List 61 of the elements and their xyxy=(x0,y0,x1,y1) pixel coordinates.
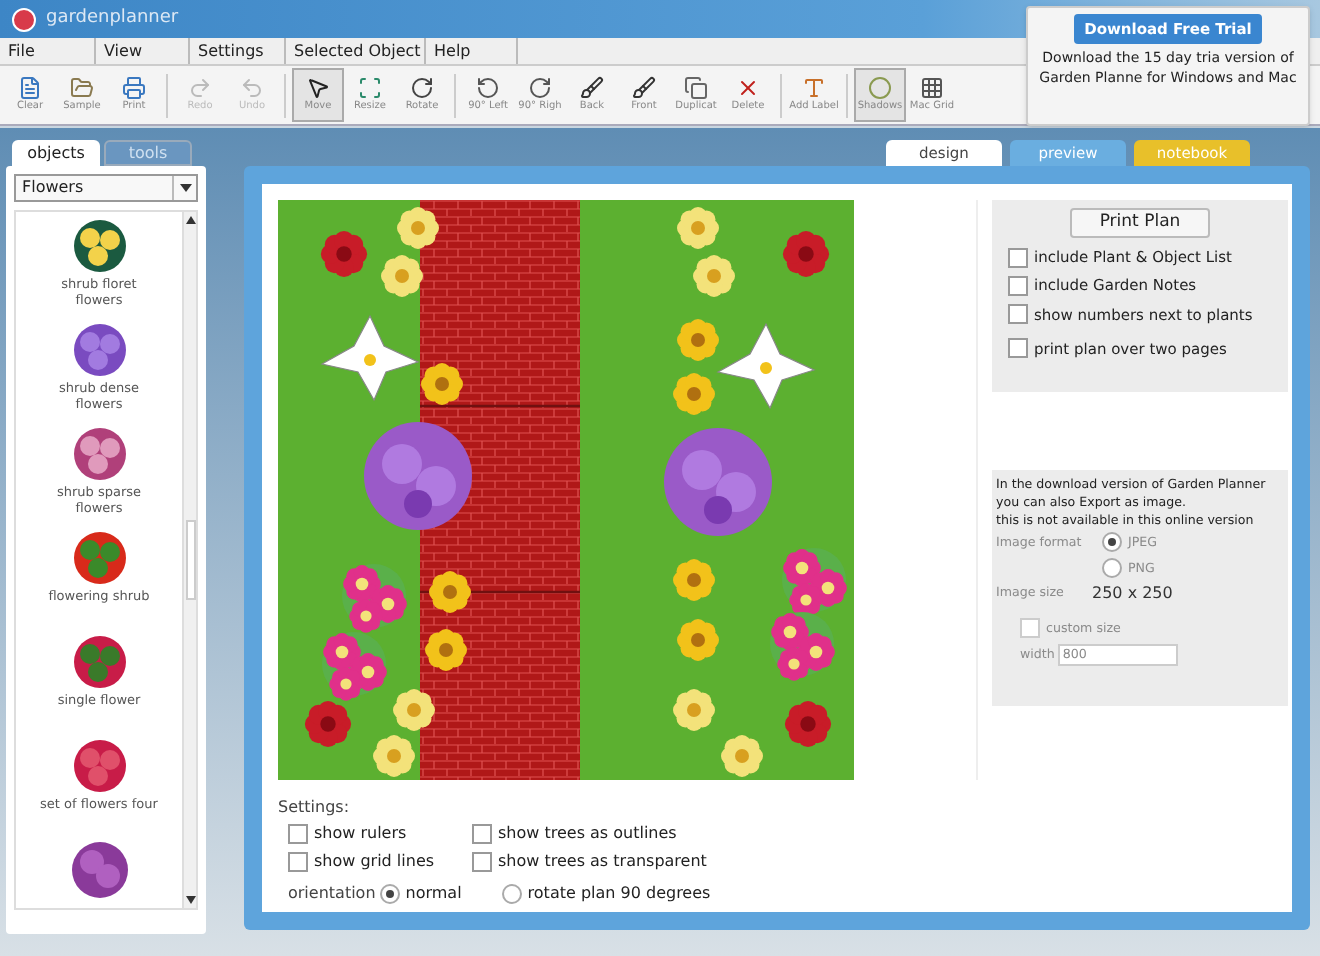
printer-icon xyxy=(122,76,146,100)
logo-icon xyxy=(12,7,36,31)
menu-item[interactable]: Settings xyxy=(190,38,286,64)
menu-item[interactable]: Help xyxy=(426,38,518,64)
close-icon xyxy=(736,76,760,100)
checkbox[interactable] xyxy=(1008,247,1028,268)
circle-icon xyxy=(868,76,892,100)
scroll-down-icon[interactable] xyxy=(185,896,195,904)
checkbox[interactable] xyxy=(288,852,308,872)
page-icon xyxy=(18,76,42,100)
checkbox[interactable] xyxy=(472,852,492,872)
flower-thumbnail-icon xyxy=(69,320,129,380)
flower-thumbnail-icon xyxy=(69,840,129,900)
orientation-label: orientation xyxy=(288,882,376,906)
menu-item[interactable]: File xyxy=(0,38,96,64)
settings-title: Settings: xyxy=(278,796,352,820)
category-dropdown[interactable]: Flowers xyxy=(14,174,198,202)
rotate-right-icon xyxy=(528,76,552,100)
checkbox[interactable] xyxy=(472,824,492,844)
redo-icon xyxy=(188,76,212,100)
radio-button[interactable] xyxy=(1102,558,1122,578)
radio-button[interactable] xyxy=(1102,532,1122,552)
flower-thumbnail-icon xyxy=(69,424,129,484)
dropdown-arrow-icon xyxy=(179,184,191,192)
checkbox[interactable] xyxy=(1008,338,1028,359)
undo-icon xyxy=(240,76,264,100)
resize-icon xyxy=(358,76,382,100)
scroll-up-icon[interactable] xyxy=(185,216,195,224)
radio-button[interactable] xyxy=(379,884,400,904)
orientation-option: normal xyxy=(405,882,462,906)
brush-icon xyxy=(580,76,604,100)
grid-icon xyxy=(920,76,944,100)
flower-thumbnail-icon xyxy=(69,736,129,796)
orientation-option: rotate plan 90 degrees xyxy=(527,882,711,906)
checkbox[interactable] xyxy=(288,824,308,844)
menu-item[interactable]: Selected Object xyxy=(286,38,426,64)
folder-icon xyxy=(70,76,94,100)
print-plan-button[interactable]: Print Plan xyxy=(1070,208,1210,238)
app-logo: gardenplanner xyxy=(46,5,179,32)
pointer-icon xyxy=(306,76,330,100)
radio-button[interactable] xyxy=(501,884,522,904)
rotate-left-icon xyxy=(476,76,500,100)
panel-tab[interactable]: objects xyxy=(12,140,100,166)
checkbox[interactable] xyxy=(1008,304,1028,325)
scrollbar[interactable] xyxy=(182,212,196,908)
checkbox[interactable] xyxy=(1008,275,1028,296)
flower-thumbnail-icon xyxy=(69,528,129,588)
flower-thumbnail-icon xyxy=(69,632,129,692)
setting-label: show rulers xyxy=(314,822,407,846)
rotate-icon xyxy=(410,76,434,100)
checkbox[interactable] xyxy=(1020,618,1040,638)
setting-label: show trees as transparent xyxy=(498,850,707,874)
menu-item[interactable]: View xyxy=(96,38,190,64)
setting-label: show trees as outlines xyxy=(498,822,677,846)
panel-tab[interactable]: tools xyxy=(104,140,192,166)
flower-thumbnail-icon xyxy=(69,216,129,276)
copy-icon xyxy=(684,76,708,100)
setting-label: show grid lines xyxy=(314,850,435,874)
size-value: 250 x 250 xyxy=(1092,584,1173,602)
brush-icon xyxy=(632,76,656,100)
letter-icon xyxy=(802,76,826,100)
